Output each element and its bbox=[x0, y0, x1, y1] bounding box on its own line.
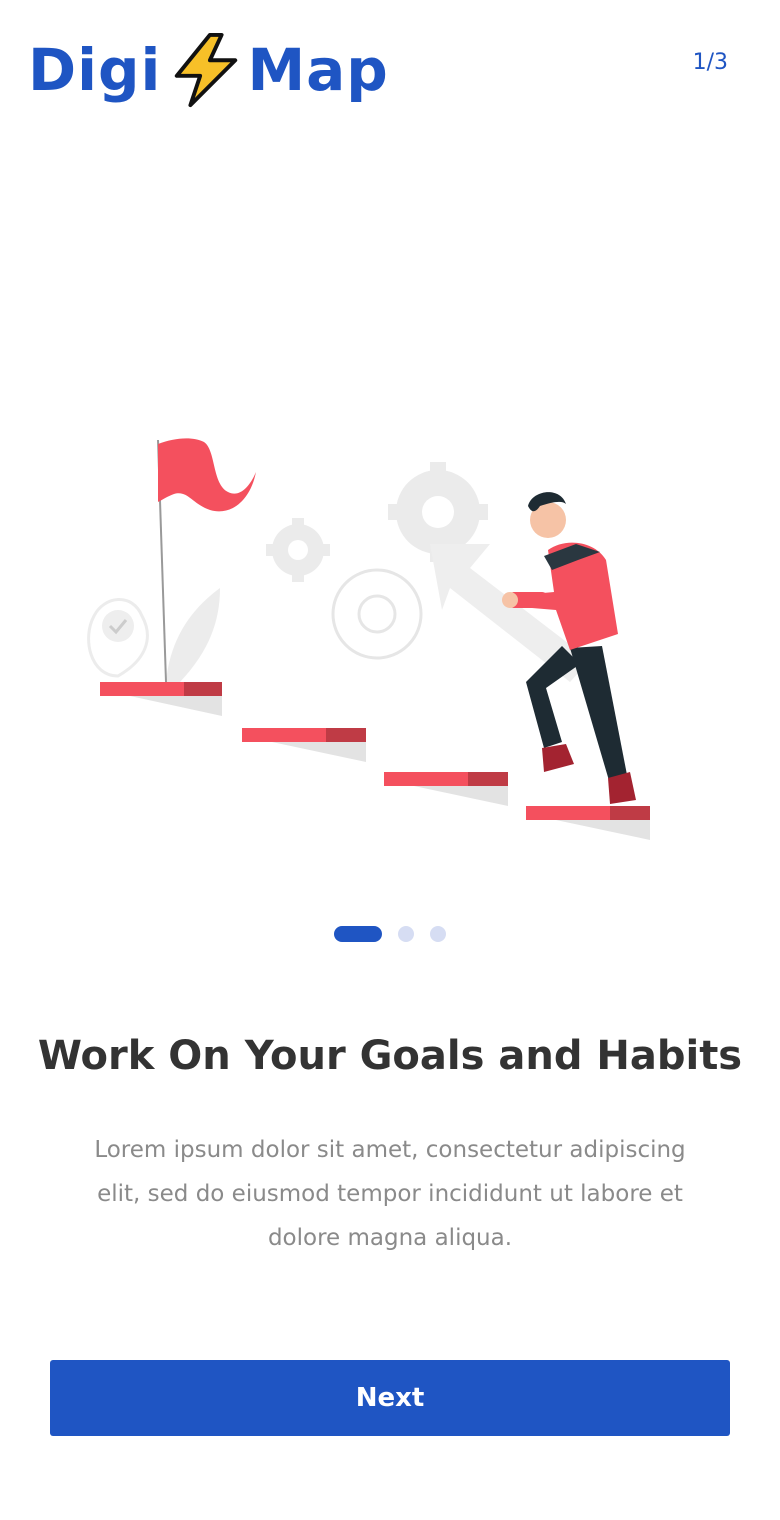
app-header: Digi Map 1/3 bbox=[0, 0, 780, 130]
flag-icon bbox=[158, 438, 256, 512]
gear-icon bbox=[266, 518, 330, 582]
step bbox=[384, 772, 508, 806]
logo-text-digi: Digi bbox=[28, 36, 162, 104]
pagination-dots bbox=[334, 926, 462, 942]
page-indicator: 1/3 bbox=[692, 50, 728, 75]
pagination-dot[interactable] bbox=[398, 926, 414, 942]
plant-icon bbox=[166, 588, 220, 682]
next-button[interactable]: Next bbox=[50, 1360, 730, 1436]
pagination-dot[interactable] bbox=[430, 926, 446, 942]
step bbox=[526, 806, 650, 840]
step bbox=[242, 728, 366, 762]
lightning-bolt-icon bbox=[175, 32, 238, 108]
gear-icon bbox=[331, 568, 423, 660]
location-pin-icon bbox=[87, 598, 149, 678]
step bbox=[100, 682, 222, 716]
pagination-dot-active[interactable] bbox=[334, 926, 382, 942]
app-logo: Digi Map bbox=[28, 30, 389, 110]
onboarding-title: Work On Your Goals and Habits bbox=[37, 1033, 743, 1079]
staircase-goal-illustration bbox=[87, 438, 650, 840]
onboarding-description: Lorem ipsum dolor sit amet, consectetur … bbox=[94, 1137, 686, 1251]
logo-text-map: Map bbox=[247, 36, 389, 104]
